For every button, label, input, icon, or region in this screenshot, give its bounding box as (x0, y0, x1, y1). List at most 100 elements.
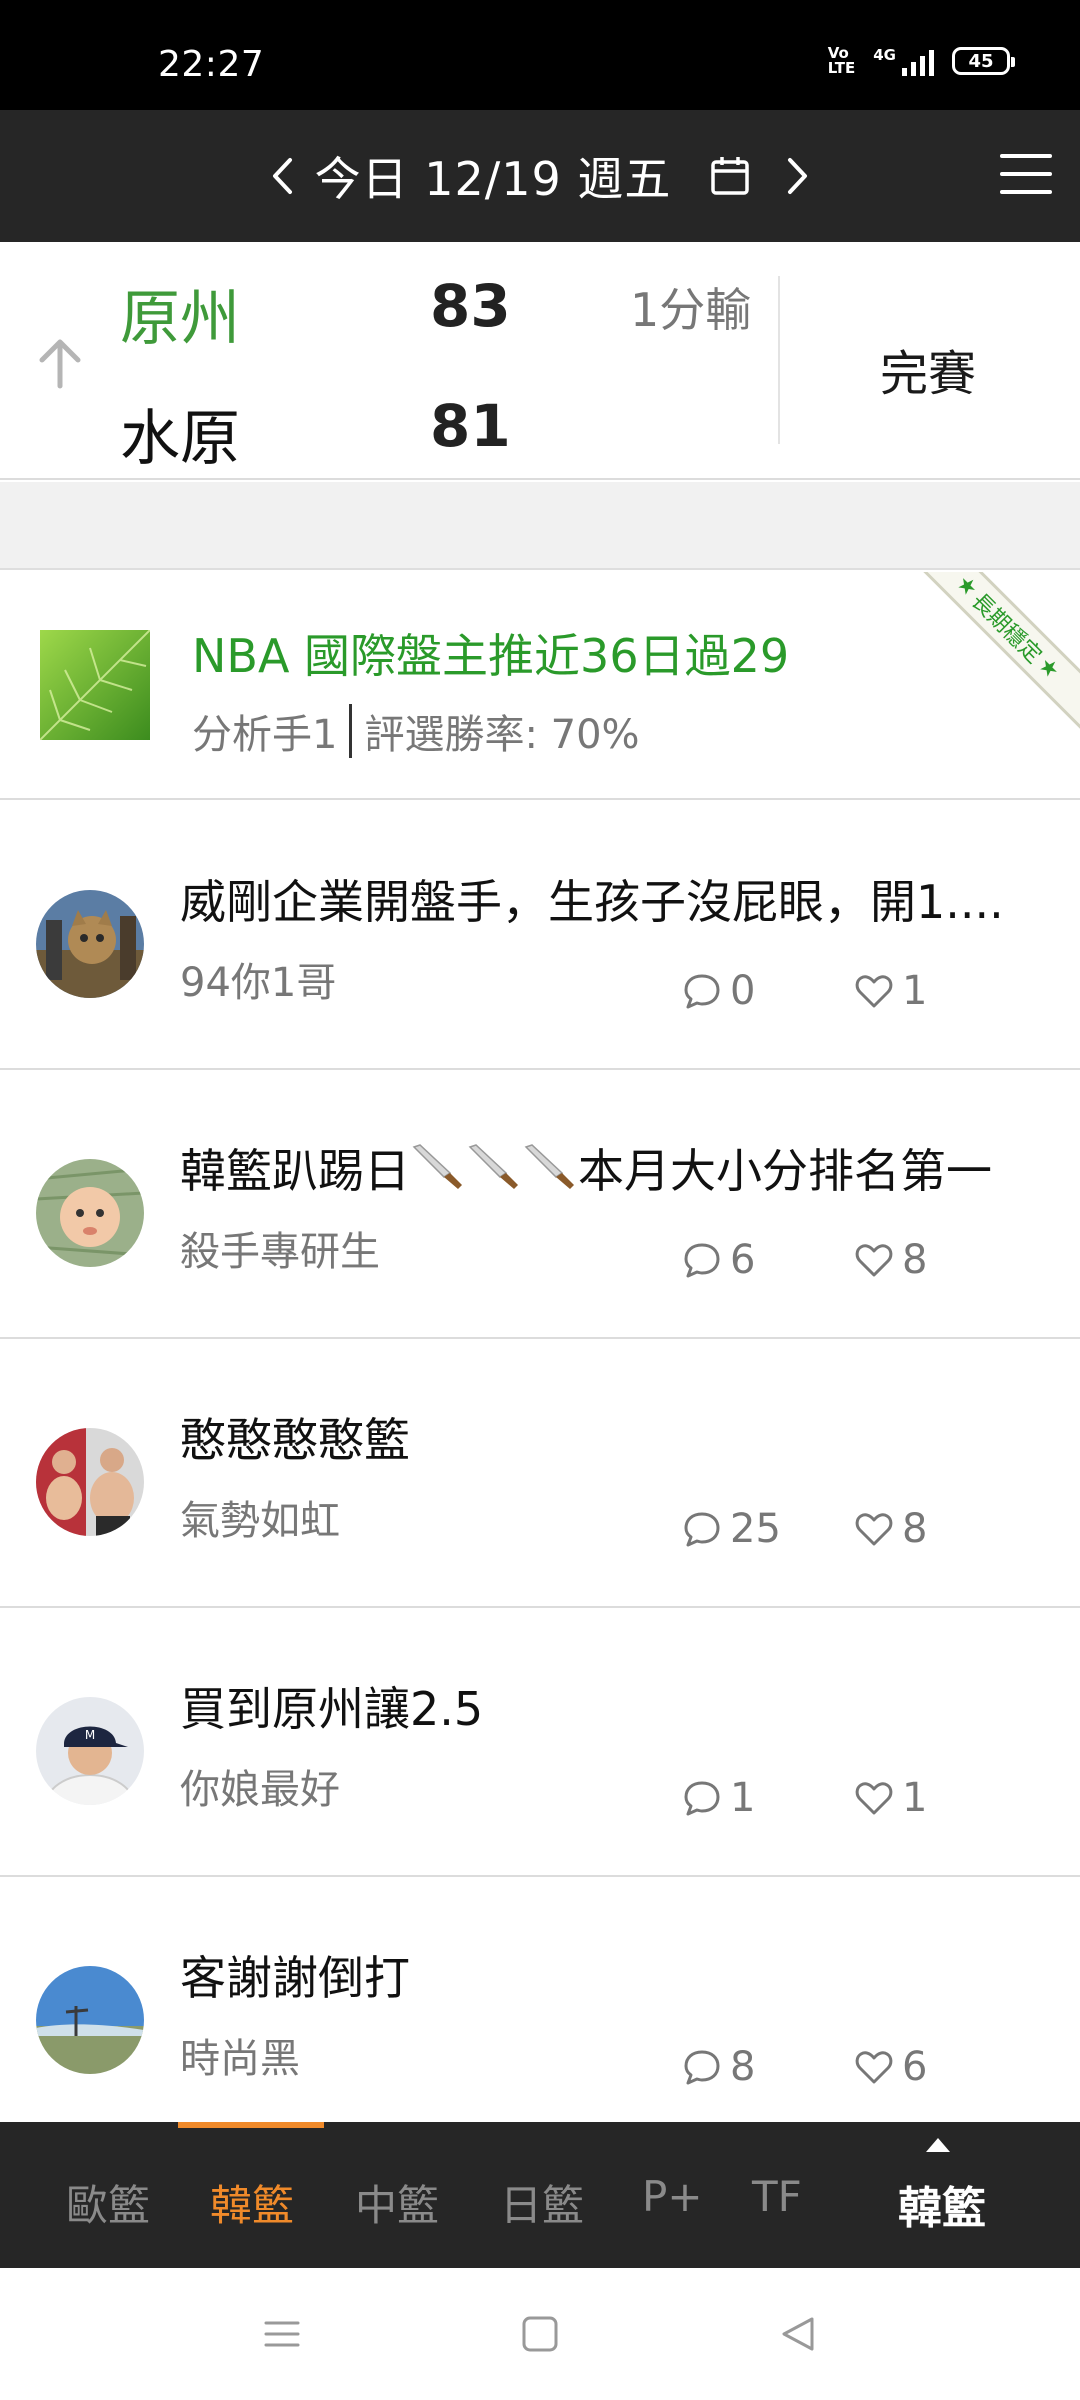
comment-icon (684, 2050, 720, 2085)
promo-title: NBA 國際盤主推近36日過29 (192, 629, 790, 683)
calendar-icon[interactable] (709, 155, 751, 197)
comment-icon (684, 1243, 720, 1278)
chevron-right-icon[interactable] (783, 156, 813, 196)
menu-line (1000, 172, 1052, 176)
like-count[interactable]: 1 (854, 1775, 927, 1821)
post-item[interactable]: 憨憨憨憨籃 氣勢如虹 25 8 (0, 1340, 1080, 1608)
tab-korea-basketball[interactable]: 韓籃 (210, 2172, 294, 2233)
battery-level: 45 (968, 50, 994, 72)
like-count[interactable]: 8 (854, 1237, 927, 1283)
win-rate: 評選勝率: 70% (364, 712, 640, 758)
analyst-name: 分析手1 (192, 712, 338, 758)
comment-count[interactable]: 1 (682, 1775, 755, 1821)
post-author[interactable]: 你娘最好 (180, 1757, 340, 1815)
heart-icon (855, 1782, 893, 1815)
like-count-value: 1 (902, 968, 928, 1014)
signal-bar (911, 62, 916, 76)
post-author[interactable]: 94你1哥 (180, 950, 336, 1008)
comment-icon (684, 974, 720, 1009)
tab-china-basketball[interactable]: 中籃 (355, 2172, 439, 2233)
comment-count-value: 6 (730, 1237, 756, 1283)
arrow-up-icon (36, 334, 84, 390)
like-count-value: 6 (902, 2044, 928, 2090)
like-count[interactable]: 1 (854, 968, 927, 1014)
post-item[interactable]: 韓籃趴踢日 本月大小分排名第一 殺手專研生 6 8 (0, 1071, 1080, 1339)
home-key-icon[interactable] (520, 2314, 560, 2354)
svg-text:M: M (85, 1728, 95, 1742)
date-label[interactable]: 今日 12/19 週五 (315, 143, 672, 209)
signal-icon: 4G (873, 46, 934, 76)
heart-icon (855, 2051, 893, 2084)
knife-icon (468, 1144, 518, 1189)
volte-bottom: LTE (827, 59, 856, 77)
separator (349, 704, 353, 758)
comment-count[interactable]: 6 (682, 1237, 755, 1283)
clock: 22:27 (158, 44, 265, 85)
promo-banner[interactable]: NBA 國際盤主推近36日過29 分析手1 評選勝率: 70% ★ 長期穩定 ★ (0, 572, 1080, 800)
promo-subtitle: 分析手1 評選勝率: 70% (192, 702, 640, 760)
avatar[interactable] (36, 890, 144, 998)
knife-icon (412, 1144, 462, 1189)
like-count[interactable]: 6 (854, 2044, 927, 2090)
stability-ribbon: ★ 長期穩定 ★ (901, 572, 1080, 734)
avatar[interactable] (36, 1159, 144, 1267)
game-score-card[interactable]: 原州 83 水原 81 1分輸 完賽 (0, 242, 1080, 480)
date-navigator: 今日 12/19 週五 (0, 110, 1080, 242)
knife-icon (524, 1144, 574, 1189)
like-count-value: 8 (902, 1237, 928, 1283)
tab-tf[interactable]: TF (752, 2172, 802, 2221)
comment-count-value: 1 (730, 1775, 756, 1821)
away-team-score: 81 (430, 392, 511, 460)
post-title-text: 韓籃趴踢日 (180, 1144, 410, 1198)
heart-icon (855, 1244, 893, 1277)
active-tab-indicator (178, 2122, 324, 2128)
avatar[interactable]: M (36, 1697, 144, 1805)
league-tab-bar: 歐籃 韓籃 中籃 日籃 P+ TF 韓籃 (0, 2122, 1080, 2268)
system-navigation-bar (0, 2268, 1080, 2400)
post-title: 韓籃趴踢日 本月大小分排名第一 (180, 1135, 1040, 1201)
menu-key-icon[interactable] (262, 2314, 302, 2354)
like-count-value: 8 (902, 1506, 928, 1552)
post-title: 客謝謝倒打 (180, 1951, 410, 2005)
post-item[interactable]: M 買到原州讓2.5 你娘最好 1 1 (0, 1609, 1080, 1877)
avatar[interactable] (36, 1966, 144, 2074)
hamburger-menu-icon[interactable] (1000, 154, 1052, 194)
like-count-value: 1 (902, 1775, 928, 1821)
game-status: 完賽 (880, 346, 977, 402)
home-team-name: 原州 (120, 284, 240, 354)
ribbon-label: 長期穩定 (966, 588, 1047, 669)
signal-bar (920, 56, 925, 76)
comment-count-value: 0 (730, 968, 756, 1014)
chevron-left-icon[interactable] (267, 156, 297, 196)
network-type: 4G (873, 46, 896, 64)
comment-icon (684, 1512, 720, 1547)
tab-euro-basketball[interactable]: 歐籃 (66, 2172, 150, 2233)
avatar[interactable] (36, 1428, 144, 1536)
tab-p-plus[interactable]: P+ (642, 2172, 703, 2221)
score-margin: 1分輸 (630, 283, 752, 337)
comment-count[interactable]: 0 (682, 968, 755, 1014)
league-selector[interactable]: 韓籃 (898, 2172, 986, 2236)
post-author[interactable]: 時尚黑 (180, 2026, 300, 2084)
comment-icon (684, 1781, 720, 1816)
post-author[interactable]: 氣勢如虹 (180, 1488, 340, 1546)
post-item[interactable]: 威剛企業開盤手，生孩子沒屁眼，開1.... 94你1哥 0 1 (0, 802, 1080, 1070)
away-team-name: 水原 (120, 404, 240, 474)
post-title-text: 本月大小分排名第一 (578, 1144, 992, 1198)
back-key-icon[interactable] (778, 2314, 818, 2354)
section-spacer (0, 482, 1080, 570)
system-status-bar: 22:27 Vo LTE 4G 45 (0, 0, 1080, 110)
comment-count[interactable]: 25 (682, 1506, 781, 1552)
post-title: 憨憨憨憨籃 (180, 1413, 410, 1467)
menu-line (1000, 154, 1052, 158)
comment-count-value: 8 (730, 2044, 756, 2090)
like-count[interactable]: 8 (854, 1506, 927, 1552)
menu-line (1000, 190, 1052, 194)
post-author[interactable]: 殺手專研生 (180, 1219, 380, 1277)
volte-icon: Vo LTE (828, 46, 856, 76)
tab-japan-basketball[interactable]: 日籃 (500, 2172, 584, 2233)
comment-count[interactable]: 8 (682, 2044, 755, 2090)
home-team-score: 83 (430, 272, 511, 340)
post-title: 威剛企業開盤手，生孩子沒屁眼，開1.... (180, 875, 1004, 929)
post-item[interactable]: 客謝謝倒打 時尚黑 8 6 (0, 1878, 1080, 2146)
